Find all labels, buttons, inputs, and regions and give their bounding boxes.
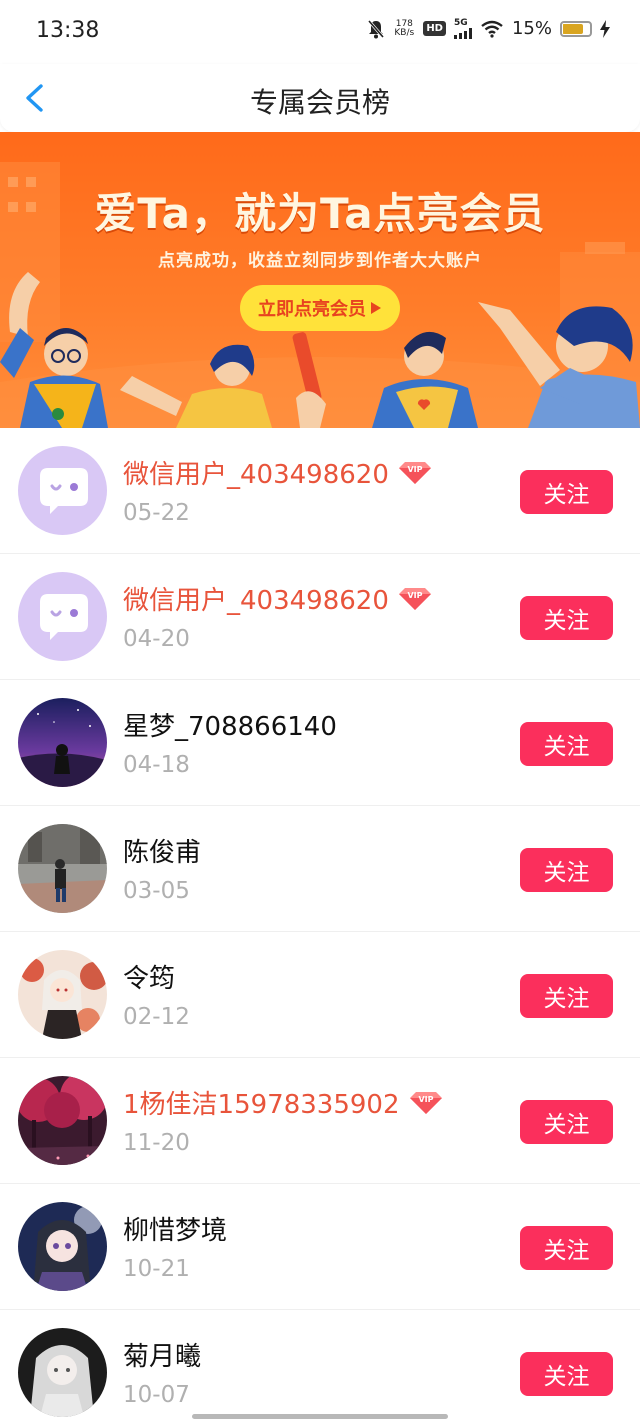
vip-badge-text: VIP — [407, 591, 422, 600]
follow-button[interactable]: 关注 — [520, 1100, 613, 1144]
home-indicator[interactable] — [192, 1414, 448, 1419]
member-date: 02-12 — [123, 1004, 190, 1030]
member-date: 10-07 — [123, 1382, 190, 1408]
member-date: 11-20 — [123, 1130, 190, 1156]
vip-diamond-icon: VIP — [398, 587, 431, 610]
member-name-text: 令筠 — [123, 964, 176, 994]
cta-label: 立即点亮会员 — [258, 299, 366, 320]
follow-button[interactable]: 关注 — [520, 848, 613, 892]
member-row[interactable]: 柳惜梦境 10-21 关注 — [0, 1184, 640, 1310]
silver-hair-avatar[interactable] — [18, 1328, 107, 1417]
member-date: 04-18 — [123, 752, 190, 778]
banner-subtitle: 点亮成功，收益立刻同步到作者大大账户 — [158, 251, 482, 271]
banner-illustration — [0, 162, 640, 428]
signal-group: 5G — [453, 17, 472, 39]
member-date: 03-05 — [123, 878, 190, 904]
member-name[interactable]: 1杨佳洁15978335902 VIP — [123, 1084, 446, 1121]
member-name-text: 柳惜梦境 — [123, 1216, 228, 1246]
follow-button[interactable]: 关注 — [520, 974, 613, 1018]
member-name-text: 微信用户_403498620 — [123, 460, 389, 490]
status-time: 13:38 — [36, 18, 100, 43]
play-triangle-icon — [371, 302, 381, 314]
member-name-text: 陈俊甫 — [123, 838, 202, 868]
member-name[interactable]: 陈俊甫 — [123, 832, 201, 869]
member-date: 10-21 — [123, 1256, 190, 1282]
signal-icon — [453, 27, 472, 39]
member-name-text: 星梦_708866140 — [123, 712, 337, 742]
member-row[interactable]: 菊月曦 10-07 关注 — [0, 1310, 640, 1422]
member-name-text: 微信用户_403498620 — [123, 586, 389, 616]
battery-icon — [560, 20, 592, 37]
member-name[interactable]: 微信用户_403498620 VIP — [123, 580, 435, 617]
member-name[interactable]: 菊月曦 — [123, 1336, 201, 1373]
member-row[interactable]: 微信用户_403498620 VIP 04-20 关注 — [0, 554, 640, 680]
wifi-icon — [481, 20, 503, 38]
member-name-text: 1杨佳洁15978335902 — [123, 1090, 400, 1120]
banner-headline: 爱Ta，就为Ta点亮会员 — [94, 189, 546, 238]
member-name[interactable]: 星梦_708866140 — [123, 706, 337, 743]
member-row[interactable]: 星梦_708866140 04-18 关注 — [0, 680, 640, 806]
nav-bar: 专属会员榜 — [0, 64, 640, 132]
wechat-default-avatar[interactable] — [18, 446, 107, 535]
charging-icon — [600, 19, 610, 38]
hd-badge: HD — [423, 21, 446, 36]
follow-button[interactable]: 关注 — [520, 1226, 613, 1270]
follow-button[interactable]: 关注 — [520, 1352, 613, 1396]
member-row[interactable]: 令筠 02-12 关注 — [0, 932, 640, 1058]
anime-autumn-avatar[interactable] — [18, 950, 107, 1039]
member-name[interactable]: 微信用户_403498620 VIP — [123, 454, 435, 491]
follow-button[interactable]: 关注 — [520, 470, 613, 514]
vip-badge-text: VIP — [418, 1095, 433, 1104]
member-name[interactable]: 令筠 — [123, 958, 175, 995]
net-speed-unit: KB/s — [394, 27, 415, 38]
net-speed: 178 KB/s — [393, 19, 415, 38]
member-date: 04-20 — [123, 626, 190, 652]
night-sky-avatar[interactable] — [18, 698, 107, 787]
status-icons: 178 KB/s HD 5G 15% — [367, 18, 610, 39]
pink-trees-avatar[interactable] — [18, 1076, 107, 1165]
network-type: 5G — [453, 17, 468, 28]
wechat-default-avatar[interactable] — [18, 572, 107, 661]
anime-girl-avatar[interactable] — [18, 1202, 107, 1291]
status-bar: 13:38 178 KB/s HD 5G 15% — [0, 0, 640, 64]
member-name-text: 菊月曦 — [123, 1342, 202, 1372]
member-name[interactable]: 柳惜梦境 — [123, 1210, 227, 1247]
follow-button[interactable]: 关注 — [520, 596, 613, 640]
light-up-membership-button[interactable]: 立即点亮会员 — [240, 285, 400, 331]
vip-diamond-icon: VIP — [398, 461, 431, 484]
battery-percent: 15% — [511, 18, 552, 39]
vip-diamond-icon: VIP — [409, 1091, 442, 1114]
mute-bell-icon — [368, 19, 385, 38]
page-title: 专属会员榜 — [249, 86, 390, 119]
follow-button[interactable]: 关注 — [520, 722, 613, 766]
member-list: 微信用户_403498620 VIP 05-22 关注 微信用户_4034986… — [0, 428, 640, 1422]
member-row[interactable]: 陈俊甫 03-05 关注 — [0, 806, 640, 932]
vip-badge-text: VIP — [407, 465, 422, 474]
membership-banner[interactable]: 爱Ta，就为Ta点亮会员 点亮成功，收益立刻同步到作者大大账户 立即点亮会员 — [0, 132, 640, 428]
member-row[interactable]: 1杨佳洁15978335902 VIP 11-20 关注 — [0, 1058, 640, 1184]
member-row[interactable]: 微信用户_403498620 VIP 05-22 关注 — [0, 428, 640, 554]
member-date: 05-22 — [123, 500, 190, 526]
street-photo-avatar[interactable] — [18, 824, 107, 913]
